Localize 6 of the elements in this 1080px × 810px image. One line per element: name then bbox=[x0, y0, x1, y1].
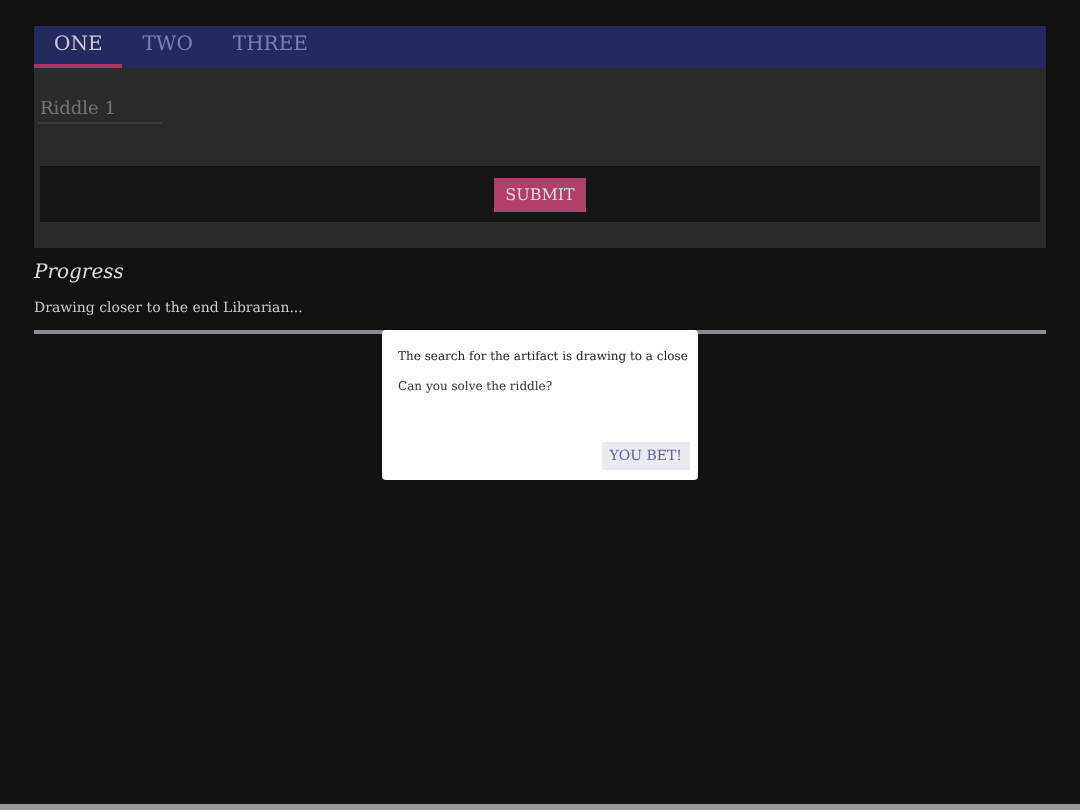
tab[interactable]: THREE bbox=[212, 26, 328, 68]
tab[interactable]: TWO bbox=[122, 26, 213, 68]
riddle-field[interactable]: Riddle 1 bbox=[38, 98, 162, 124]
progress-title: Progress bbox=[34, 262, 126, 284]
tab[interactable]: ONE bbox=[34, 26, 123, 68]
submit-button[interactable]: SUBMIT bbox=[493, 177, 587, 211]
